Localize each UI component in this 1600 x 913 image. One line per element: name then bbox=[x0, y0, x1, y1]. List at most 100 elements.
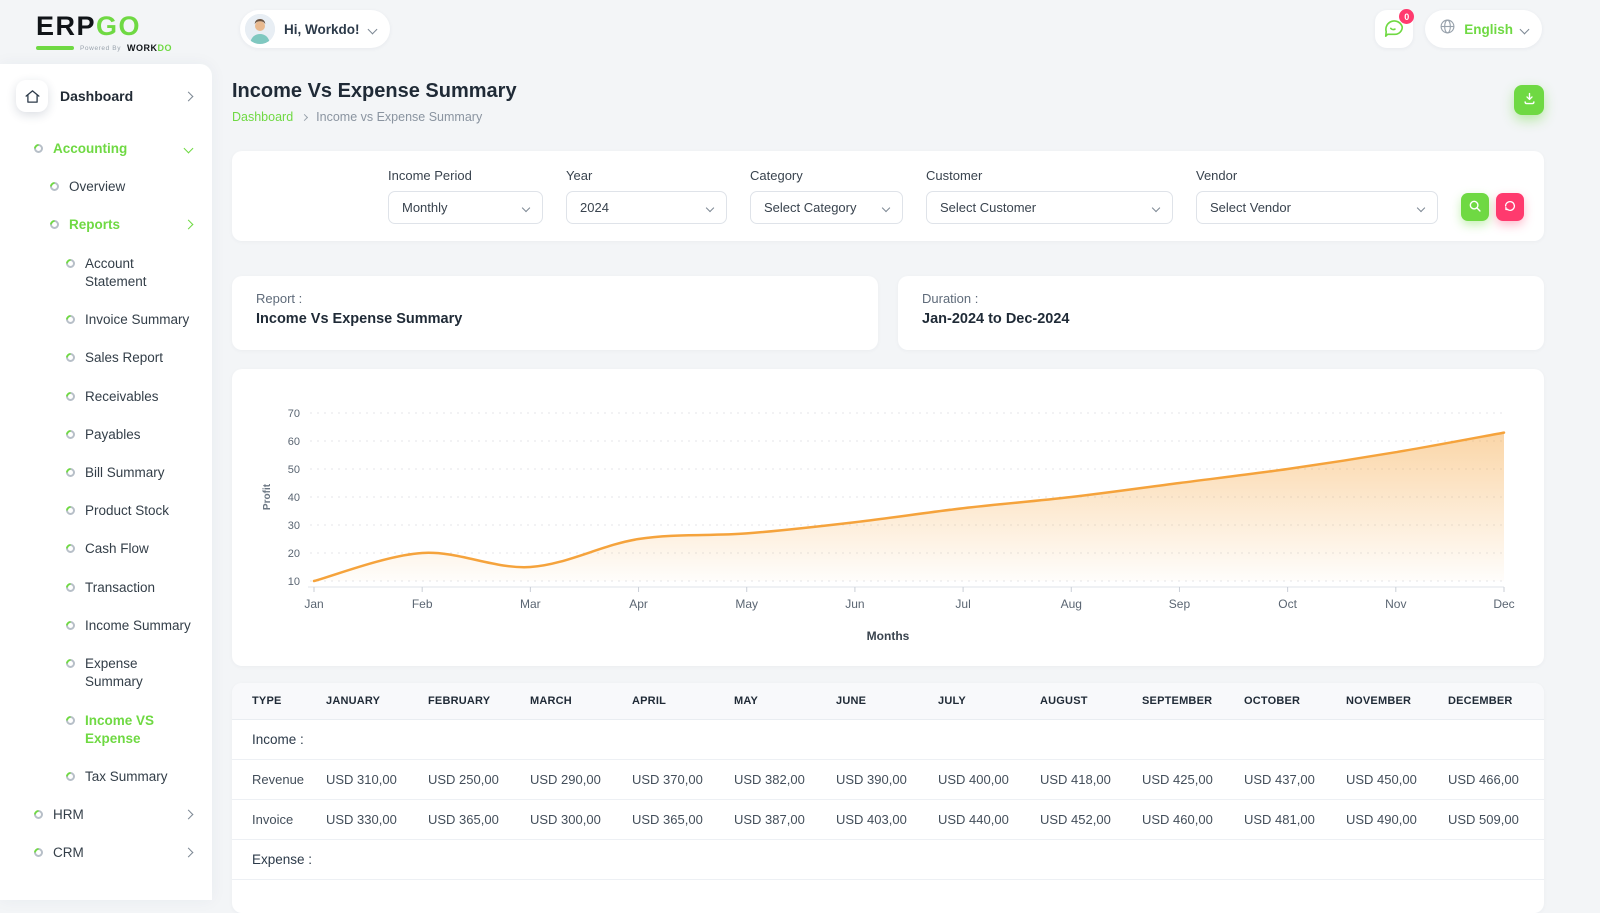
sidebar-item-crm[interactable]: CRM bbox=[0, 834, 212, 872]
user-greeting: Hi, Workdo! bbox=[284, 22, 360, 37]
sidebar-item-income-summary[interactable]: Income Summary bbox=[0, 607, 212, 645]
table-row: RevenueUSD 310,00USD 250,00USD 290,00USD… bbox=[232, 760, 1544, 800]
bullet-icon bbox=[32, 142, 45, 155]
home-icon bbox=[16, 80, 48, 112]
sidebar-item-label: Transaction bbox=[85, 579, 155, 597]
bullet-icon bbox=[48, 219, 61, 232]
globe-icon bbox=[1439, 18, 1456, 40]
svg-text:10: 10 bbox=[288, 576, 300, 588]
filter-label: Category bbox=[750, 168, 903, 183]
sidebar-item-payables[interactable]: Payables bbox=[0, 416, 212, 454]
sidebar-item-cash-flow[interactable]: Cash Flow bbox=[0, 530, 212, 568]
table-cell: USD 452,00 bbox=[1034, 800, 1136, 840]
bullet-icon bbox=[64, 351, 77, 364]
svg-text:May: May bbox=[735, 597, 758, 611]
breadcrumb-dashboard-link[interactable]: Dashboard bbox=[232, 110, 293, 124]
filter-panel: Income Period Monthly Year 2024 Category… bbox=[232, 151, 1544, 241]
table-cell: USD 387,00 bbox=[728, 800, 830, 840]
table-cell: USD 390,00 bbox=[830, 760, 932, 800]
table-cell: USD 437,00 bbox=[1238, 760, 1340, 800]
bullet-icon bbox=[64, 313, 77, 326]
bullet-icon bbox=[32, 847, 45, 860]
svg-text:Dec: Dec bbox=[1493, 597, 1514, 611]
bullet-icon bbox=[64, 390, 77, 403]
bullet-icon bbox=[64, 770, 77, 783]
sidebar-item-tax-summary[interactable]: Tax Summary bbox=[0, 758, 212, 796]
sidebar-item-account-statement[interactable]: Account Statement bbox=[0, 245, 212, 301]
svg-text:Feb: Feb bbox=[412, 597, 433, 611]
bullet-icon bbox=[64, 657, 77, 670]
chart-x-axis-title: Months bbox=[256, 629, 1520, 643]
chevron-down-icon bbox=[706, 203, 714, 211]
column-header: JANUARY bbox=[320, 683, 422, 720]
column-header: FEBRUARY bbox=[422, 683, 524, 720]
bullet-icon bbox=[32, 808, 45, 821]
filter-vendor: Vendor Select Vendor bbox=[1196, 168, 1438, 224]
sidebar-item-hrm[interactable]: HRM bbox=[0, 796, 212, 834]
download-button[interactable] bbox=[1514, 85, 1544, 115]
table-cell: USD 440,00 bbox=[932, 800, 1034, 840]
message-count-badge: 0 bbox=[1399, 9, 1414, 24]
sidebar-item-label: Income Summary bbox=[85, 617, 191, 635]
summary-table-card: TYPEJANUARYFEBRUARYMARCHAPRILMAYJUNEJULY… bbox=[232, 683, 1544, 913]
sidebar-item-income-vs-expense[interactable]: Income VS Expense bbox=[0, 702, 212, 758]
search-icon bbox=[1468, 199, 1482, 216]
table-cell: USD 460,00 bbox=[1136, 800, 1238, 840]
sidebar-item-expense-summary[interactable]: Expense Summary bbox=[0, 645, 212, 701]
column-header: AUGUST bbox=[1034, 683, 1136, 720]
customer-select[interactable]: Select Customer bbox=[926, 191, 1173, 224]
vendor-select[interactable]: Select Vendor bbox=[1196, 191, 1438, 224]
column-header: OCTOBER bbox=[1238, 683, 1340, 720]
svg-text:Mar: Mar bbox=[520, 597, 541, 611]
column-header: APRIL bbox=[626, 683, 728, 720]
sidebar-item-transaction[interactable]: Transaction bbox=[0, 569, 212, 607]
user-menu[interactable]: Hi, Workdo! bbox=[240, 10, 390, 48]
sidebar-item-receivables[interactable]: Receivables bbox=[0, 378, 212, 416]
sidebar-item-sales-report[interactable]: Sales Report bbox=[0, 339, 212, 377]
chevron-down-icon bbox=[882, 203, 890, 211]
filter-label: Income Period bbox=[388, 168, 543, 183]
bullet-icon bbox=[64, 466, 77, 479]
column-header: SEPTEMBER bbox=[1136, 683, 1238, 720]
sidebar-item-invoice-summary[interactable]: Invoice Summary bbox=[0, 301, 212, 339]
svg-text:70: 70 bbox=[288, 408, 300, 420]
table-cell: USD 250,00 bbox=[422, 760, 524, 800]
sidebar-item-accounting[interactable]: Accounting bbox=[0, 130, 212, 168]
sidebar-item-reports[interactable]: Reports bbox=[0, 206, 212, 244]
sidebar: Dashboard AccountingOverview Reports Accou… bbox=[0, 64, 212, 900]
duration-value: Jan-2024 to Dec-2024 bbox=[922, 311, 1520, 327]
workdo-text: WORKDO bbox=[127, 43, 172, 53]
section-label: Expense : bbox=[232, 840, 1544, 880]
language-selector[interactable]: English bbox=[1425, 10, 1542, 48]
page-title: Income Vs Expense Summary bbox=[232, 80, 517, 103]
table-cell: USD 365,00 bbox=[626, 800, 728, 840]
filter-year: Year 2024 bbox=[566, 168, 727, 224]
income-period-select[interactable]: Monthly bbox=[388, 191, 543, 224]
column-header: JUNE bbox=[830, 683, 932, 720]
sidebar-item-overview[interactable]: Overview bbox=[0, 168, 212, 206]
chevron-right-icon bbox=[184, 810, 194, 820]
year-select[interactable]: 2024 bbox=[566, 191, 727, 224]
sidebar-item-label: Reports bbox=[69, 216, 120, 234]
bullet-icon bbox=[64, 428, 77, 441]
filter-category: Category Select Category bbox=[750, 168, 903, 224]
income-expense-table: TYPEJANUARYFEBRUARYMARCHAPRILMAYJUNEJULY… bbox=[232, 683, 1544, 880]
sidebar-item-bill-summary[interactable]: Bill Summary bbox=[0, 454, 212, 492]
bullet-icon bbox=[64, 257, 77, 270]
table-cell: Revenue bbox=[232, 760, 320, 800]
sidebar-item-dashboard[interactable]: Dashboard bbox=[0, 64, 212, 122]
column-header: MAY bbox=[728, 683, 830, 720]
category-select[interactable]: Select Category bbox=[750, 191, 903, 224]
sidebar-item-product-stock[interactable]: Product Stock bbox=[0, 492, 212, 530]
filter-label: Customer bbox=[926, 168, 1173, 183]
sidebar-item-label: Bill Summary bbox=[85, 464, 165, 482]
search-button[interactable] bbox=[1461, 193, 1489, 221]
bullet-icon bbox=[64, 504, 77, 517]
chevron-right-icon bbox=[184, 220, 194, 230]
table-cell: USD 400,00 bbox=[932, 760, 1034, 800]
report-info-row: Report : Income Vs Expense Summary Durat… bbox=[232, 276, 1544, 350]
reset-button[interactable] bbox=[1496, 193, 1524, 221]
filter-customer: Customer Select Customer bbox=[926, 168, 1173, 224]
messages-button[interactable]: 0 bbox=[1375, 10, 1413, 48]
svg-text:Apr: Apr bbox=[629, 597, 648, 611]
